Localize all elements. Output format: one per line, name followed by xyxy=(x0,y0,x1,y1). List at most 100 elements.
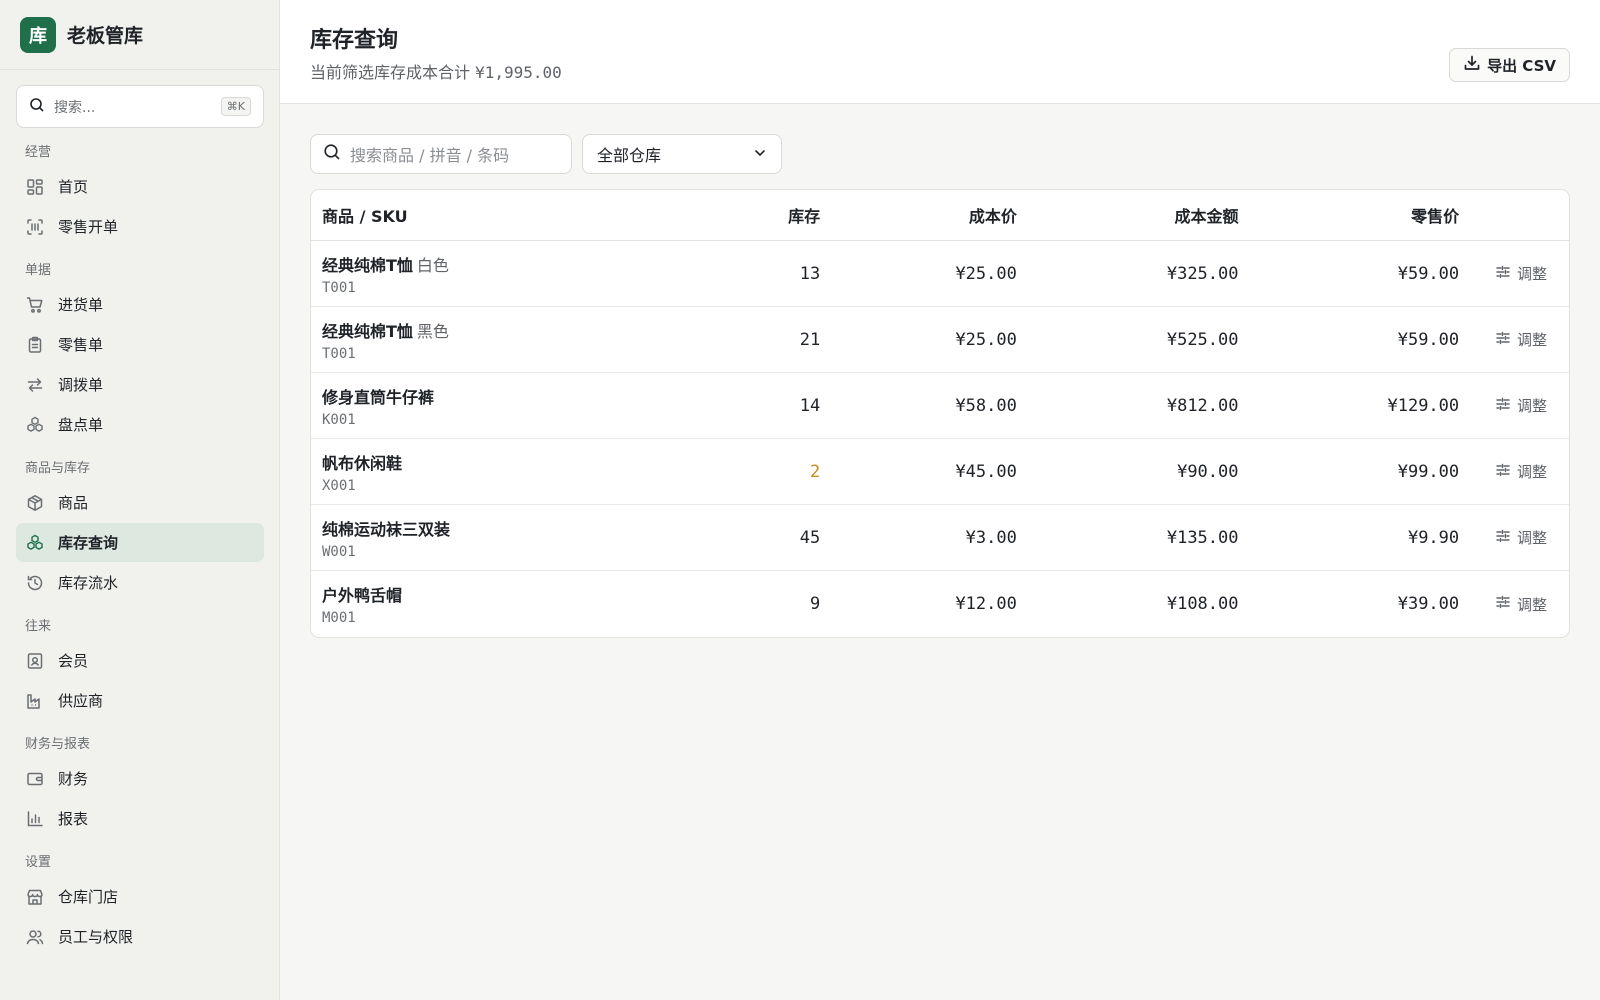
product-sku: T001 xyxy=(322,345,356,362)
sidebar-item[interactable]: 会员 xyxy=(16,641,264,680)
actions-cell: 调整 xyxy=(1459,263,1569,284)
retail-price-value: ¥99.00 xyxy=(1397,461,1460,482)
table-row[interactable]: 帆布休闲鞋 X001 2 ¥45.00 ¥90.00 ¥99.00 调整 xyxy=(311,439,1569,505)
adjust-button[interactable]: 调整 xyxy=(1495,527,1547,548)
sidebar-item-label: 盘点单 xyxy=(58,416,104,434)
table-row[interactable]: 修身直筒牛仔裤 K001 14 ¥58.00 ¥812.00 ¥129.00 调整 xyxy=(311,373,1569,439)
table-header: 商品 / SKU 库存 成本价 成本金额 零售价 xyxy=(311,190,1569,241)
product-search-input[interactable]: 搜索商品 / 拼音 / 条码 xyxy=(310,134,572,174)
sidebar-item-label: 调拨单 xyxy=(58,376,104,394)
sidebar-item[interactable]: 供应商 xyxy=(16,681,264,720)
column-header-cost[interactable]: 成本价 xyxy=(820,203,1017,227)
sidebar-item[interactable]: 零售开单 xyxy=(16,207,264,246)
warehouse-selected-value: 全部仓库 xyxy=(597,146,662,165)
sidebar-item[interactable]: 库存流水 xyxy=(16,563,264,602)
sliders-icon xyxy=(1495,330,1511,350)
cost-price-value: ¥12.00 xyxy=(955,594,1017,614)
users-icon xyxy=(25,927,45,947)
adjust-button[interactable]: 调整 xyxy=(1495,329,1547,350)
product-search-placeholder: 搜索商品 / 拼音 / 条码 xyxy=(350,146,510,165)
nav-group: 经营首页 零售开单 xyxy=(16,140,264,246)
sidebar-nav: 经营 首页 零售开单 单据 进货单 零售单 调拨单 盘点单 商品与库存 商品 库存查询 库存流水 往来会… xyxy=(16,140,264,968)
stock-value: 45 xyxy=(799,527,821,548)
nav-group: 商品与库存 商品 库存查询 库存流水 xyxy=(16,456,264,602)
store-icon xyxy=(25,887,45,907)
sidebar-item[interactable]: 商品 xyxy=(16,483,264,522)
sidebar-item-label: 财务 xyxy=(58,770,89,788)
retail-price-value: ¥59.00 xyxy=(1397,263,1460,284)
column-header-cost-amount[interactable]: 成本金额 xyxy=(1017,203,1238,227)
member-card-icon xyxy=(25,651,45,671)
adjust-button[interactable]: 调整 xyxy=(1495,263,1547,284)
product-name-line: 经典纯棉T恤 白色 xyxy=(322,252,710,276)
brand[interactable]: 库 老板管库 xyxy=(0,0,279,70)
nav-group: 单据进货单零售单调拨单盘点单 xyxy=(16,258,264,444)
product-cell: 经典纯棉T恤 白色 T001 xyxy=(311,252,710,296)
adjust-button[interactable]: 调整 xyxy=(1495,594,1547,615)
product-sku: W001 xyxy=(322,543,356,560)
sidebar-search-input[interactable]: 搜索... ⌘K xyxy=(16,85,264,128)
adjust-button[interactable]: 调整 xyxy=(1495,395,1547,416)
search-icon xyxy=(323,143,341,165)
product-variant: 黑色 xyxy=(416,321,449,341)
total-cost-value: ¥1,995.00 xyxy=(475,63,562,82)
nav-group: 设置 仓库门店 员工与权限 xyxy=(16,850,264,956)
warehouse-select[interactable]: 全部仓库 xyxy=(582,134,782,174)
product-cell: 经典纯棉T恤 黑色 T001 xyxy=(311,318,710,362)
nav-section-title: 单据 xyxy=(25,263,52,278)
column-header-retail[interactable]: 零售价 xyxy=(1239,203,1459,227)
stock-value: 14 xyxy=(799,395,821,416)
bar-chart-icon xyxy=(25,809,45,829)
export-csv-button[interactable]: 导出 CSV xyxy=(1449,48,1570,82)
sidebar-item[interactable]: 调拨单 xyxy=(16,365,264,404)
table-row[interactable]: 纯棉运动袜三双装 W001 45 ¥3.00 ¥135.00 ¥9.90 调整 xyxy=(311,505,1569,571)
sidebar-item-label: 供应商 xyxy=(58,692,104,710)
actions-cell: 调整 xyxy=(1459,461,1569,482)
sidebar-item-label: 进货单 xyxy=(58,296,104,314)
adjust-label: 调整 xyxy=(1516,463,1547,481)
actions-cell: 调整 xyxy=(1459,527,1569,548)
table-row[interactable]: 户外鸭舌帽 M001 9 ¥12.00 ¥108.00 ¥39.00 调整 xyxy=(311,571,1569,637)
product-sku: X001 xyxy=(322,477,356,494)
retail-price-value: ¥39.00 xyxy=(1397,594,1460,614)
column-header-stock[interactable]: 库存 xyxy=(710,203,820,227)
cost-price-value: ¥45.00 xyxy=(955,461,1017,482)
table-row[interactable]: 经典纯棉T恤 黑色 T001 21 ¥25.00 ¥525.00 ¥59.00 调整 xyxy=(311,307,1569,373)
stock-value: 9 xyxy=(809,594,821,614)
sidebar-item[interactable]: 员工与权限 xyxy=(16,917,264,956)
adjust-button[interactable]: 调整 xyxy=(1495,461,1547,482)
sidebar-item[interactable]: 库存查询 xyxy=(16,523,264,562)
cart-icon xyxy=(25,295,45,315)
product-cell: 帆布休闲鞋 X001 xyxy=(311,450,710,494)
cost-amount-value: ¥108.00 xyxy=(1166,594,1239,614)
wallet-icon xyxy=(25,769,45,789)
actions-cell: 调整 xyxy=(1459,395,1569,416)
cost-amount-value: ¥812.00 xyxy=(1166,395,1239,416)
stock-value: 21 xyxy=(799,329,821,350)
nav-section-title: 经营 xyxy=(25,145,52,160)
sidebar-item[interactable]: 仓库门店 xyxy=(16,877,264,916)
table-row[interactable]: 经典纯棉T恤 白色 T001 13 ¥25.00 ¥325.00 ¥59.00 调整 xyxy=(311,241,1569,307)
stock-value: 13 xyxy=(799,263,821,284)
sliders-icon xyxy=(1495,528,1511,548)
main-content: 库存查询 当前筛选库存成本合计 ¥1,995.00 导出 CSV 搜索商品 / … xyxy=(280,0,1600,1000)
cost-price-value: ¥3.00 xyxy=(965,527,1017,548)
cost-amount-value: ¥325.00 xyxy=(1166,263,1239,284)
sidebar-item[interactable]: 报表 xyxy=(16,799,264,838)
cost-price-value: ¥25.00 xyxy=(955,263,1017,284)
sidebar-item-label: 报表 xyxy=(58,810,89,828)
sidebar-item[interactable]: 首页 xyxy=(16,167,264,206)
sidebar-item[interactable]: 进货单 xyxy=(16,285,264,324)
product-name: 纯棉运动袜三双装 xyxy=(322,519,451,539)
product-variant: 白色 xyxy=(416,255,449,275)
product-cell: 修身直筒牛仔裤 K001 xyxy=(311,384,710,428)
column-header-product[interactable]: 商品 / SKU xyxy=(311,203,710,227)
sidebar-item[interactable]: 盘点单 xyxy=(16,405,264,444)
page-header: 库存查询 当前筛选库存成本合计 ¥1,995.00 导出 CSV xyxy=(280,0,1600,104)
sidebar-item[interactable]: 零售单 xyxy=(16,325,264,364)
product-cell: 户外鸭舌帽 M001 xyxy=(311,582,710,626)
sidebar-item[interactable]: 财务 xyxy=(16,759,264,798)
cost-price-value: ¥58.00 xyxy=(955,395,1017,416)
transfer-icon xyxy=(25,375,45,395)
scan-icon xyxy=(25,217,45,237)
